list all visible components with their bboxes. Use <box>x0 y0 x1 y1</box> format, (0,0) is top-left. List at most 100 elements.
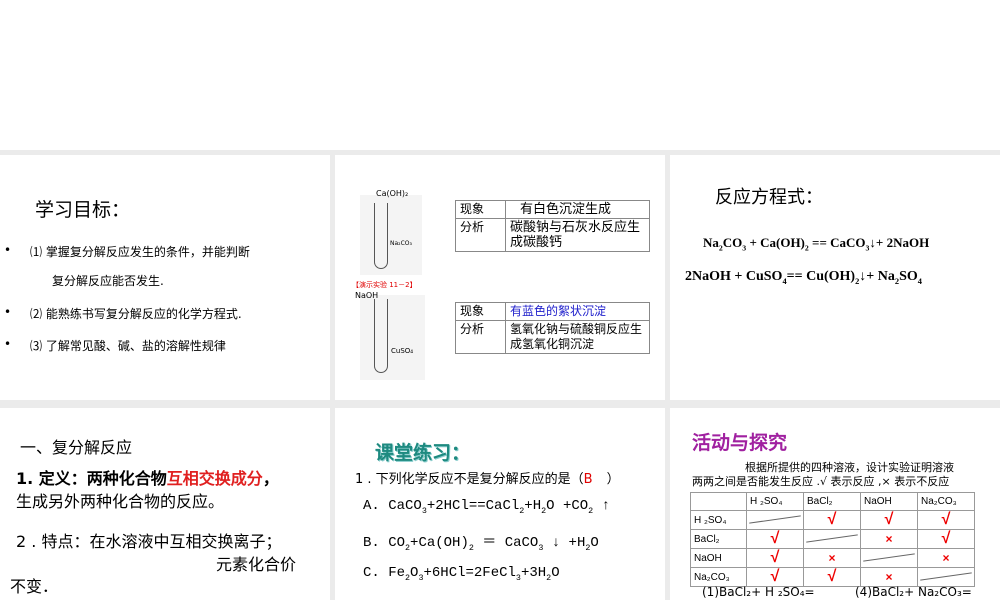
cross-mark-icon: × <box>828 551 836 565</box>
slide-thumbnail-equations[interactable]: 反应方程式： Na2CO3 + Ca(OH)2 == CaCO3↓+ 2NaOH… <box>670 155 1000 400</box>
check-mark-icon: √ <box>941 530 951 547</box>
question-paren: ） <box>606 472 620 487</box>
matrix-cell: × <box>917 548 975 568</box>
feature-line-2: 元素化合价 <box>216 555 297 574</box>
diagonal-line <box>806 534 858 543</box>
test-tube-image-1: Na₂CO₃ <box>360 195 422 275</box>
formula-part: +Ca(OH) <box>410 535 469 551</box>
column-header: Na₂CO₃ <box>917 492 975 511</box>
definition-line-2: 生成另外两种化合物的反应。 <box>16 492 225 511</box>
formula-part: +2HCl==CaCl <box>426 498 520 514</box>
demo-label: 【演示实验 11－2】 <box>352 281 417 289</box>
objective-1: ⑴ 掌握复分解反应发生的条件，并能判断 <box>30 245 250 259</box>
section-heading: 一、复分解反应 <box>20 438 133 457</box>
slide-title: 活动与探究 <box>692 432 788 454</box>
row-header: Na₂CO₃ <box>690 567 747 587</box>
matrix-cell: × <box>860 567 918 587</box>
reaction-matrix: H ₂SO₄ BaCl₂ NaOH Na₂CO₃ H ₂SO₄ √ √ √ BaCl₂ √ × √… <box>690 492 975 587</box>
formula-part: ↓+ Na <box>859 269 895 284</box>
matrix-cell: √ <box>860 510 918 530</box>
matrix-cell: √ <box>746 567 804 587</box>
formula-part: O <box>551 565 560 581</box>
diagonal-line <box>749 515 801 524</box>
definition-comma: ， <box>262 469 279 488</box>
slide-thumbnail-learning-objectives[interactable]: 学习目标： • ⑴ 掌握复分解反应发生的条件，并能判断 复分解反应能否发生. •… <box>0 155 330 400</box>
feature-line-1: 2 . 特点：在水溶液中互相交换离子； <box>16 532 282 551</box>
formula-part: ↑ <box>593 498 610 514</box>
equation-2: 2NaOH + CuSO4== Cu(OH)2↓+ Na2SO4 <box>685 269 922 286</box>
definition-highlight: 互相交换成分 <box>166 469 263 488</box>
slide-title: 反应方程式： <box>715 187 823 208</box>
bullet: • <box>4 337 12 351</box>
tube-solution-label: Na₂CO₃ <box>390 240 412 247</box>
equation-1: Na2CO3 + Ca(OH)2 == CaCO3↓+ 2NaOH <box>703 235 929 253</box>
tube-reagent-label: Ca(OH)₂ <box>376 189 409 198</box>
cross-mark-icon: × <box>885 570 893 584</box>
slide-thumbnail-double-decomposition[interactable]: 一、复分解反应 1. 定义：两种化合物互相交换成分， 生成另外两种化合物的反应。… <box>0 408 330 600</box>
objective-2: ⑵ 能熟练书写复分解反应的化学方程式. <box>30 307 242 321</box>
column-header: NaOH <box>860 492 918 511</box>
formula-part: B. CO <box>363 535 406 551</box>
option-a: A. CaCO3+2HCl==CaCl2+H2O +CO2 ↑ <box>363 498 610 516</box>
formula-part: == Cu(OH) <box>786 269 856 284</box>
diagonal-line <box>920 572 972 581</box>
check-mark-icon: √ <box>770 530 780 547</box>
bullet: • <box>4 243 12 257</box>
phenomenon-value: 有白色沉淀生成 <box>505 200 650 219</box>
diagonal-line <box>863 553 915 562</box>
cross-mark-icon: × <box>885 532 893 546</box>
option-c: C. Fe2O3+6HCl=2FeCl3+3H2O <box>363 565 560 583</box>
formula-part: ↓ +H <box>543 535 586 551</box>
row-header: H ₂SO₄ <box>690 510 747 530</box>
label-phenomenon: 现象 <box>455 200 506 219</box>
formula-part: == CaCO <box>808 235 866 250</box>
slide-thumbnail-exercise[interactable]: 课堂练习： 1 . 下列化学反应不是复分解反应的是（B ） A. CaCO3+2H… <box>335 408 665 600</box>
matrix-cell: √ <box>746 548 804 568</box>
objective-1-cont: 复分解反应能否发生. <box>52 274 164 288</box>
formula-part: C. Fe <box>363 565 406 581</box>
analysis-value: 碳酸钠与石灰水反应生成碳酸钙 <box>505 218 650 252</box>
tube-reagent-label: NaOH <box>355 291 379 300</box>
slide-thumbnail-activity[interactable]: 活动与探究 根据所提供的四种溶液，设计实验证明溶液 两两之间是否能发生反应 .√… <box>670 408 1000 600</box>
question-4: (4)BaCl₂+ Na₂CO₃= <box>855 585 972 599</box>
feature-line-3: 不变． <box>10 577 59 596</box>
formula-part: O <box>590 535 599 551</box>
slide-thumbnail-experiment[interactable]: Na₂CO₃ Ca(OH)₂ 【演示实验 11－2】 CuSO₄ NaOH 现象… <box>335 155 665 400</box>
analysis-value: 氢氧化钠与硫酸铜反应生成氢氧化铜沉淀 <box>505 320 650 354</box>
formula-part: ＝ CaCO <box>473 535 539 551</box>
matrix-cell: √ <box>803 510 861 530</box>
formula-part: O +CO <box>546 498 589 514</box>
cross-mark-icon: × <box>942 551 950 565</box>
observation-table-2: 现象 有蓝色的絮状沉淀 分析 氢氧化钠与硫酸铜反应生成氢氧化铜沉淀 <box>455 302 650 354</box>
diagonal-cell <box>803 529 861 549</box>
matrix-cell: √ <box>917 529 975 549</box>
formula-part: Na <box>703 235 719 250</box>
column-header: BaCl₂ <box>803 492 861 511</box>
formula-part: + Ca(OH) <box>746 235 805 250</box>
test-tube-image-2: CuSO₄ <box>360 295 425 380</box>
diagonal-cell <box>917 567 975 587</box>
slide-title: 学习目标： <box>35 199 131 221</box>
definition-text: 1. 定义：两种化合物 <box>16 469 167 488</box>
diagonal-cell <box>746 510 804 530</box>
matrix-cell: √ <box>917 510 975 530</box>
formula-part: +6HCl=2FeCl <box>423 565 516 581</box>
formula-part: +3H <box>520 565 547 581</box>
check-mark-icon: √ <box>941 511 951 528</box>
formula-part: A. CaCO <box>363 498 422 514</box>
formula-part: SO <box>899 269 918 284</box>
matrix-cell: √ <box>803 567 861 587</box>
row-header: BaCl₂ <box>690 529 747 549</box>
question-text: 1 . 下列化学反应不是复分解反应的是（ <box>355 472 584 487</box>
formula-part: 2NaOH + CuSO <box>685 269 783 284</box>
phenomenon-value: 有蓝色的絮状沉淀 <box>505 302 650 321</box>
row-header: NaOH <box>690 548 747 568</box>
column-header: H ₂SO₄ <box>746 492 804 511</box>
check-mark-icon: √ <box>827 568 837 585</box>
blank-header-area <box>0 0 1000 150</box>
matrix-cell: √ <box>746 529 804 549</box>
bullet: • <box>4 305 12 319</box>
formula-part: CO <box>722 235 743 250</box>
question-1: (1)BaCl₂+ H ₂SO₄= <box>702 585 815 599</box>
label-analysis: 分析 <box>455 218 506 252</box>
